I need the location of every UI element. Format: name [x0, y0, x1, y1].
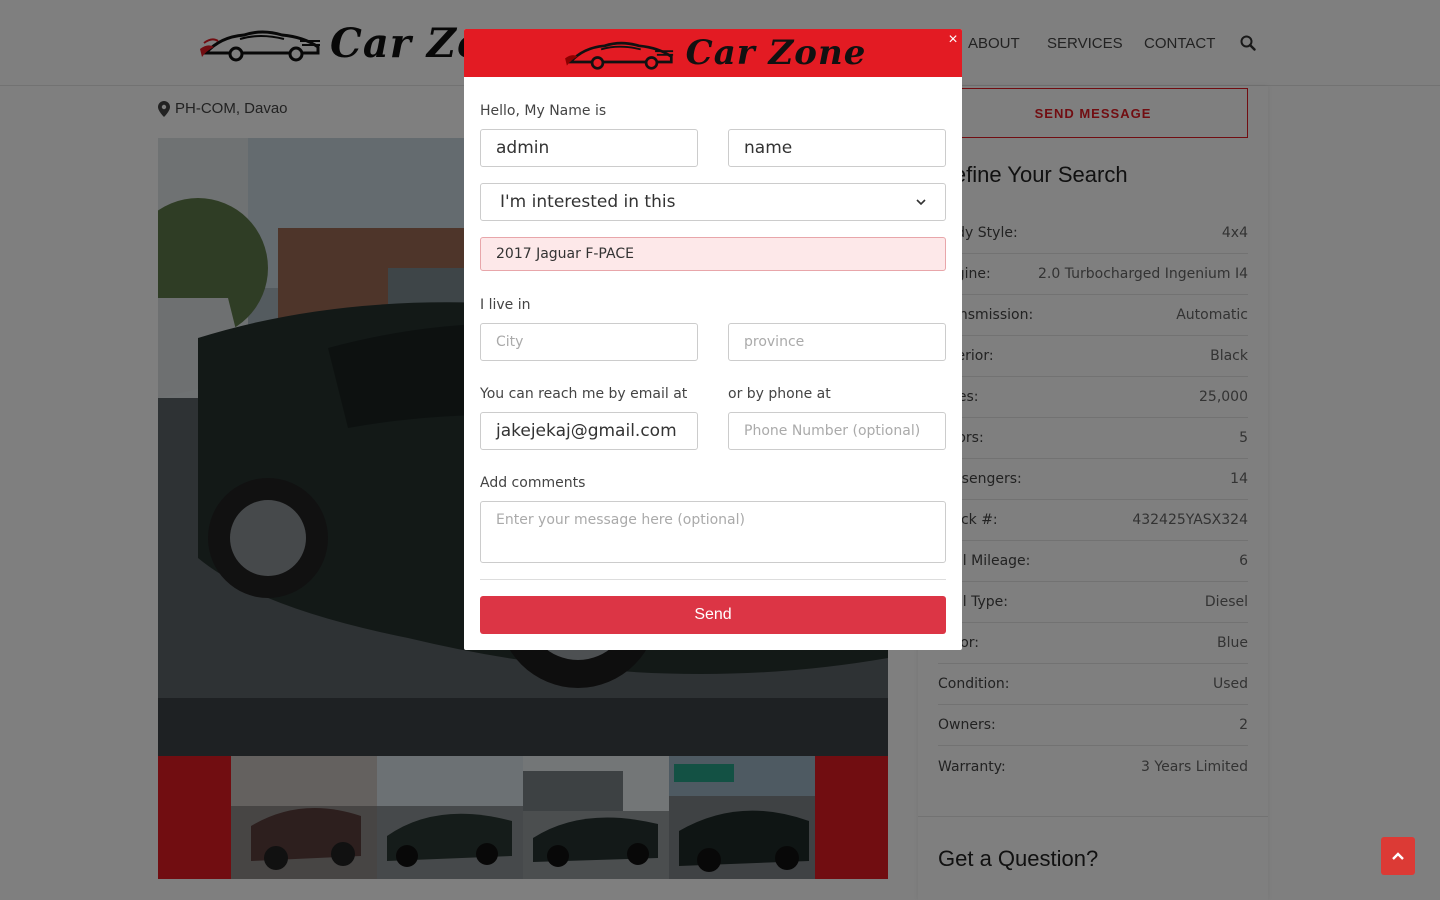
comments-textarea[interactable]: Enter your message here (optional) — [480, 501, 946, 563]
scroll-to-top-button[interactable] — [1381, 837, 1415, 875]
modal-brand-name: Car Zone — [685, 33, 867, 73]
email-input[interactable]: jakejekaj@gmail.com — [480, 412, 698, 450]
province-input[interactable]: province — [728, 323, 946, 361]
vehicle-field: 2017 Jaguar F-PACE — [480, 237, 946, 271]
modal-header: Car Zone × — [464, 29, 962, 77]
car-logo-icon — [564, 41, 673, 70]
email-label: You can reach me by email at — [480, 386, 688, 402]
close-icon[interactable]: × — [946, 32, 960, 48]
send-button[interactable]: Send — [480, 596, 946, 634]
interest-selected-value: I'm interested in this — [500, 192, 676, 212]
first-name-input[interactable]: admin — [480, 129, 698, 167]
chevron-down-icon — [916, 198, 926, 205]
name-label: Hello, My Name is — [480, 103, 607, 119]
interest-select[interactable]: I'm interested in this — [480, 183, 946, 221]
phone-label: or by phone at — [728, 386, 831, 402]
live-label: I live in — [480, 297, 531, 313]
last-name-input[interactable]: name — [728, 129, 946, 167]
modal-divider — [480, 579, 946, 580]
comments-label: Add comments — [480, 475, 586, 491]
city-input[interactable]: City — [480, 323, 698, 361]
chevron-up-icon — [1392, 851, 1404, 860]
phone-input[interactable]: Phone Number (optional) — [728, 412, 946, 450]
contact-modal: Car Zone × Hello, My Name is admin name … — [464, 29, 962, 650]
comments-placeholder: Enter your message here (optional) — [496, 512, 745, 528]
